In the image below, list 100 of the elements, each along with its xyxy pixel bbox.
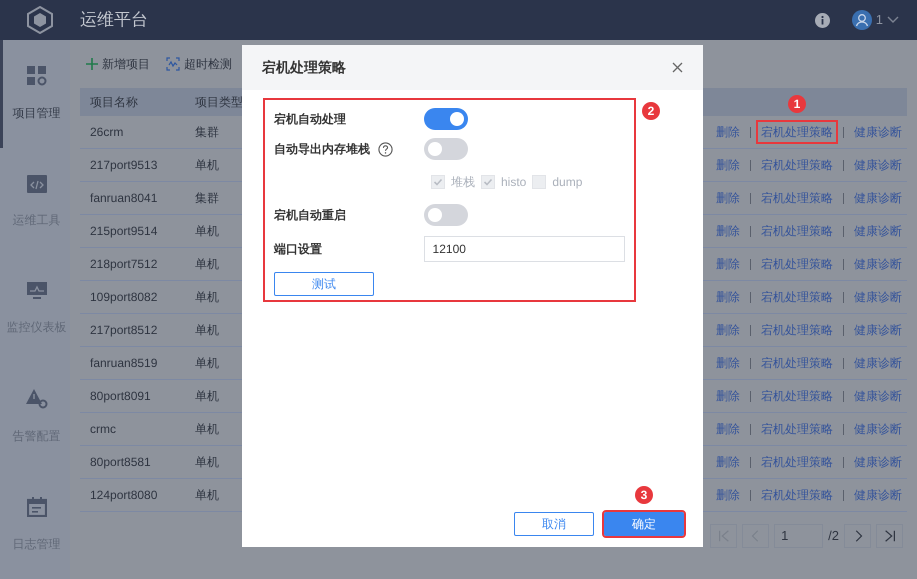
page-input-field[interactable]: 1 (774, 524, 824, 548)
action-link[interactable]: 删除 (713, 254, 743, 274)
action-link[interactable]: 健康诊断 (851, 254, 905, 274)
port-input-field[interactable]: 12100 (424, 236, 625, 262)
action-link[interactable]: 宕机处理策略 (758, 122, 836, 142)
table-cell-text: 单机 (194, 355, 220, 372)
table-cell-text: 单机 (194, 388, 220, 405)
toggle-switch[interactable] (424, 138, 468, 160)
code-window-icon (26, 174, 46, 193)
table-cell-text: 109port8082 (89, 289, 158, 306)
action-link[interactable]: 删除 (713, 320, 743, 340)
grid-gear-icon (26, 66, 46, 86)
test-button[interactable]: 测试 (274, 272, 374, 296)
last-page-button[interactable] (876, 524, 903, 548)
column-header: 项目类型 (194, 94, 244, 111)
table-cell-text: 单机 (194, 487, 220, 504)
table-cell-text: crmc (89, 421, 117, 438)
action-link[interactable]: 删除 (713, 155, 743, 175)
checkbox-label: 堆栈 (451, 174, 475, 191)
table-cell-text: fanruan8041 (89, 190, 158, 207)
column-header: 项目名称 (89, 94, 139, 111)
action-link[interactable]: 宕机处理策略 (758, 287, 836, 307)
action-link[interactable]: 健康诊断 (851, 320, 905, 340)
table-cell-text: 26crm (89, 124, 124, 141)
last-page-icon (882, 529, 896, 543)
action-link[interactable]: 健康诊断 (851, 386, 905, 406)
action-link[interactable]: 删除 (713, 419, 743, 439)
action-link[interactable]: 删除 (713, 485, 743, 505)
table-cell-text: 215port9514 (89, 223, 158, 240)
user-name: 1 (876, 11, 883, 30)
check-icon (433, 177, 443, 187)
action-link[interactable]: 宕机处理策略 (758, 320, 836, 340)
calendar-icon (26, 497, 46, 518)
action-link[interactable]: 删除 (713, 353, 743, 373)
table-cell-text: 单机 (194, 157, 220, 174)
table-cell-text: 单机 (194, 322, 220, 339)
checkbox-label: dump (552, 174, 582, 191)
confirm-button[interactable]: 确定 (604, 512, 684, 536)
action-link[interactable]: 健康诊断 (851, 155, 905, 175)
field-label: 自动导出内存堆栈 (274, 141, 370, 158)
action-link[interactable]: 健康诊断 (851, 122, 905, 142)
field-label: 端口设置 (274, 241, 323, 258)
action-link[interactable]: 宕机处理策略 (758, 386, 836, 406)
checkbox-label: histo (501, 174, 526, 191)
action-link[interactable]: 健康诊断 (851, 221, 905, 241)
field-label: 宕机自动处理 (274, 111, 346, 128)
action-link[interactable]: 删除 (713, 287, 743, 307)
table-cell-text: 集群 (194, 190, 220, 207)
action-link[interactable]: 宕机处理策略 (758, 188, 836, 208)
user-avatar-icon[interactable] (852, 10, 872, 30)
action-link[interactable]: 宕机处理策略 (758, 254, 836, 274)
toggle-switch[interactable] (424, 108, 468, 130)
action-link[interactable]: 宕机处理策略 (758, 419, 836, 439)
table-cell-text: 单机 (194, 256, 220, 273)
action-link[interactable]: 健康诊断 (851, 485, 905, 505)
number-badge: 2 (642, 102, 660, 120)
table-cell-text: 217port8512 (89, 322, 158, 339)
warning-gear-icon (26, 389, 48, 410)
monitor-icon (26, 282, 46, 300)
action-link[interactable]: 删除 (713, 122, 743, 142)
number-badge: 3 (635, 486, 653, 504)
action-link[interactable]: 健康诊断 (851, 419, 905, 439)
action-link[interactable]: 宕机处理策略 (758, 221, 836, 241)
page-total: /2 (828, 527, 839, 546)
next-page-button[interactable] (844, 524, 871, 548)
table-cell-text: 单机 (194, 454, 220, 471)
toggle-switch[interactable] (424, 204, 468, 226)
action-link[interactable]: 健康诊断 (851, 452, 905, 472)
info-icon[interactable] (814, 12, 830, 28)
plus-icon (86, 58, 98, 70)
table-cell-text: 集群 (194, 124, 220, 141)
table-cell-text: 218port7512 (89, 256, 158, 273)
close-icon[interactable] (672, 62, 683, 73)
action-link[interactable]: 宕机处理策略 (758, 155, 836, 175)
table-cell-text: 217port9513 (89, 157, 158, 174)
check-icon (483, 177, 493, 187)
action-link[interactable]: 健康诊断 (851, 353, 905, 373)
help-icon[interactable] (378, 142, 393, 156)
action-link[interactable]: 健康诊断 (851, 188, 905, 208)
scan-icon (166, 57, 180, 71)
table-cell-text: fanruan8519 (89, 355, 158, 372)
action-link[interactable]: 删除 (713, 452, 743, 472)
table-cell-text: 80port8091 (89, 388, 152, 405)
table-cell-text: 80port8581 (89, 454, 152, 471)
table-cell-text: 单机 (194, 289, 220, 306)
action-link[interactable]: 删除 (713, 188, 743, 208)
action-link[interactable]: 宕机处理策略 (758, 353, 836, 373)
action-link[interactable]: 宕机处理策略 (758, 485, 836, 505)
cancel-button[interactable]: 取消 (514, 512, 594, 536)
action-link[interactable]: 健康诊断 (851, 287, 905, 307)
toolbar-button[interactable]: 新增项目 (86, 55, 150, 73)
action-link[interactable]: 删除 (713, 221, 743, 241)
toolbar-button[interactable]: 超时检测 (166, 55, 232, 73)
table-cell-text: 124port8080 (89, 487, 158, 504)
action-link[interactable]: 删除 (713, 386, 743, 406)
dialog-title: 宕机处理策略 (262, 58, 346, 77)
action-link[interactable]: 宕机处理策略 (758, 452, 836, 472)
table-cell-text: 单机 (194, 421, 220, 438)
app-title: 运维平台 (80, 9, 148, 32)
chevron-down-icon[interactable] (887, 16, 899, 24)
